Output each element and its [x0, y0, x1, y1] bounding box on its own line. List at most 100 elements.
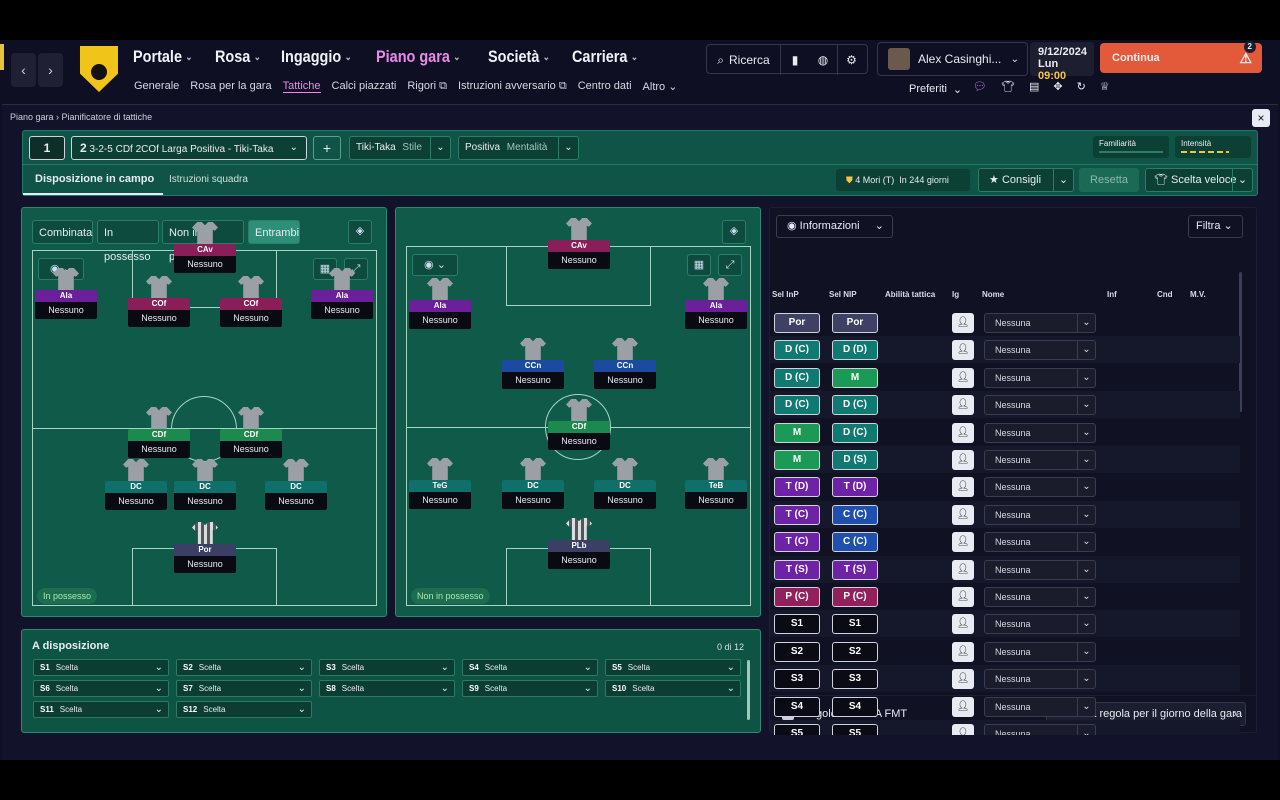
subnav-calci-piazzati[interactable]: Calci piazzati — [332, 80, 397, 93]
diamond-icon[interactable]: ◈ — [722, 220, 746, 244]
col-cnd[interactable]: Cnd — [1157, 290, 1173, 299]
pitch2-player-slot[interactable]: Ala Nessuno — [409, 278, 471, 329]
person-icon[interactable]: 👤︎ — [952, 395, 974, 416]
col-inf[interactable]: Inf — [1107, 290, 1117, 299]
person-icon[interactable]: 👤︎ — [952, 696, 974, 717]
table-row[interactable]: S2 S2 👤︎ Nessuna ⌄ — [770, 638, 1240, 665]
table-row[interactable]: M D (C) 👤︎ Nessuna ⌄ — [770, 419, 1240, 446]
player-select[interactable]: Nessuna ⌄ — [984, 532, 1096, 553]
club-crest-icon[interactable] — [80, 46, 118, 92]
person-icon[interactable]: 👤︎ — [952, 614, 974, 635]
scrollbar[interactable] — [747, 660, 750, 720]
pitch2-player-slot[interactable]: Ala Nessuno — [685, 278, 747, 329]
pitch2-player-slot[interactable]: CDf Nessuno — [548, 399, 610, 450]
bench-slot[interactable]: S4 Scelta ⌄ — [462, 659, 598, 676]
pitch1-player-slot[interactable]: Por Nessuno — [174, 522, 236, 573]
sel-inp-badge[interactable]: T (C) — [774, 504, 820, 525]
intensity-meter[interactable]: Intensità — [1175, 136, 1251, 158]
sel-nip-badge[interactable]: D (C) — [832, 422, 878, 443]
tab-istruzioni[interactable]: Istruzioni squadra — [169, 174, 248, 185]
person-icon[interactable]: 👤︎ — [952, 532, 974, 553]
bench-slot[interactable]: S3 Scelta ⌄ — [319, 659, 455, 676]
player-select[interactable]: Nessuna ⌄ — [984, 477, 1096, 498]
back-button[interactable]: ‹ — [11, 53, 36, 87]
sel-nip-badge[interactable]: S2 — [832, 641, 878, 662]
bench-slot[interactable]: S6 Scelta ⌄ — [33, 680, 169, 697]
bench-slot[interactable]: S10 Scelta ⌄ — [605, 680, 741, 697]
col-abilita[interactable]: Abilità tattica — [885, 290, 935, 299]
pitch1-player-slot[interactable]: CDf Nessuno — [220, 407, 282, 458]
table-row[interactable]: S5 S5 👤︎ Nessuna ⌄ — [770, 720, 1240, 735]
sel-nip-badge[interactable]: S5 — [832, 724, 878, 735]
sel-nip-badge[interactable]: D (C) — [832, 395, 878, 416]
nav-ingaggio[interactable]: Ingaggio ⌄ — [281, 47, 352, 67]
player-select[interactable]: Nessuna ⌄ — [984, 696, 1096, 717]
tactics-icon[interactable]: ✥ — [1053, 80, 1062, 93]
subnav-altro[interactable]: Altro ⌄ — [643, 80, 678, 93]
sel-inp-badge[interactable]: T (C) — [774, 532, 820, 553]
player-select[interactable]: Nessuna ⌄ — [984, 367, 1096, 388]
pitch2-player-slot[interactable]: DC Nessuno — [594, 458, 656, 509]
sel-nip-badge[interactable]: P (C) — [832, 587, 878, 607]
expand-icon[interactable]: ⤢ — [718, 254, 742, 276]
person-icon[interactable]: 👤︎ — [952, 422, 974, 443]
diamond-icon[interactable]: ◈ — [348, 220, 372, 244]
table-row[interactable]: S3 S3 👤︎ Nessuna ⌄ — [770, 665, 1240, 693]
tab-in-possesso[interactable]: In possesso — [97, 220, 159, 263]
subnav-rosa-gara[interactable]: Rosa per la gara — [190, 80, 271, 93]
col-ig[interactable]: Ig — [952, 290, 959, 299]
familiarity-meter[interactable]: Familiarità — [1093, 136, 1169, 158]
nav-carriera[interactable]: Carriera ⌄ — [572, 47, 638, 67]
clipboard-icon[interactable]: ▤ — [1029, 80, 1039, 93]
player-select[interactable]: Nessuna ⌄ — [984, 641, 1096, 662]
pitch2-player-slot[interactable]: CCn Nessuno — [594, 338, 656, 389]
nav-societa[interactable]: Società ⌄ — [488, 47, 550, 67]
player-select[interactable]: Nessuna ⌄ — [984, 422, 1096, 443]
table-row[interactable]: T (C) C (C) 👤︎ Nessuna ⌄ — [770, 528, 1240, 555]
sel-nip-badge[interactable]: S1 — [832, 614, 878, 635]
next-opponent[interactable]: ⛊ 4 Mori (T) In 244 giorni — [836, 169, 970, 191]
pitch1-player-slot[interactable]: Ala Nessuno — [311, 268, 373, 319]
bookmark-icon[interactable]: ▮ — [781, 45, 809, 75]
sel-nip-badge[interactable]: S3 — [832, 669, 878, 690]
subnav-istruzioni-avversario[interactable]: Istruzioni avversario ⧉ — [458, 80, 567, 93]
person-icon[interactable]: 👤︎ — [952, 587, 974, 607]
nav-rosa[interactable]: Rosa ⌄ — [215, 47, 261, 67]
nav-portale[interactable]: Portale ⌄ — [133, 47, 193, 67]
table-row[interactable]: T (D) T (D) 👤︎ Nessuna ⌄ — [770, 473, 1240, 500]
table-row[interactable]: D (C) M 👤︎ Nessuna ⌄ — [770, 364, 1240, 391]
bench-slot[interactable]: S8 Scelta ⌄ — [319, 680, 455, 697]
manager-profile[interactable]: Alex Casinghi... ⌄ — [877, 42, 1028, 76]
player-select[interactable]: Nessuna ⌄ — [984, 559, 1096, 580]
player-select[interactable]: Nessuna ⌄ — [984, 669, 1096, 690]
player-select[interactable]: Nessuna ⌄ — [984, 340, 1096, 361]
pitch2-player-slot[interactable]: TeB Nessuno — [685, 458, 747, 509]
quick-pick-button[interactable]: 👕︎ Scelta veloce ⌄ — [1145, 168, 1253, 192]
person-icon[interactable]: 👤︎ — [952, 559, 974, 580]
sel-inp-badge[interactable]: S5 — [774, 724, 820, 735]
pitch2-player-slot[interactable]: CCn Nessuno — [502, 338, 564, 389]
sel-inp-badge[interactable]: D (C) — [774, 395, 820, 416]
bench-slot[interactable]: S1 Scelta ⌄ — [33, 659, 169, 676]
player-select[interactable]: Nessuna ⌄ — [984, 504, 1096, 525]
sel-inp-badge[interactable]: M — [774, 450, 820, 470]
shirt-icon[interactable]: 👕︎ — [1001, 80, 1015, 93]
pitch1-player-slot[interactable]: Ala Nessuno — [35, 268, 97, 319]
refresh-icon[interactable]: ↻ — [1077, 80, 1086, 93]
table-row[interactable]: Por Por 👤︎ Nessuna ⌄ — [770, 309, 1240, 336]
forward-button[interactable]: › — [38, 53, 63, 87]
bench-slot[interactable]: S12 Scelta ⌄ — [176, 701, 312, 718]
sel-inp-badge[interactable]: S1 — [774, 614, 820, 635]
sel-inp-badge[interactable]: D (C) — [774, 367, 820, 388]
close-icon[interactable]: × — [1252, 109, 1270, 127]
visibility-toggle[interactable]: ◉ ⌄ — [412, 254, 458, 276]
mentality-selector[interactable]: Positiva Mentalità ⌄ — [458, 136, 579, 160]
player-select[interactable]: Nessuna ⌄ — [984, 614, 1096, 635]
table-row[interactable]: T (S) T (S) 👤︎ Nessuna ⌄ — [770, 555, 1240, 583]
sel-nip-badge[interactable]: Por — [832, 313, 878, 333]
style-selector[interactable]: Tiki-Taka Stile ⌄ — [349, 136, 451, 160]
person-icon[interactable]: 👤︎ — [952, 724, 974, 735]
sel-inp-badge[interactable]: Por — [774, 313, 820, 333]
globe-icon[interactable]: ◍ — [809, 45, 837, 75]
chat-icon[interactable]: 💬︎ — [973, 80, 987, 93]
